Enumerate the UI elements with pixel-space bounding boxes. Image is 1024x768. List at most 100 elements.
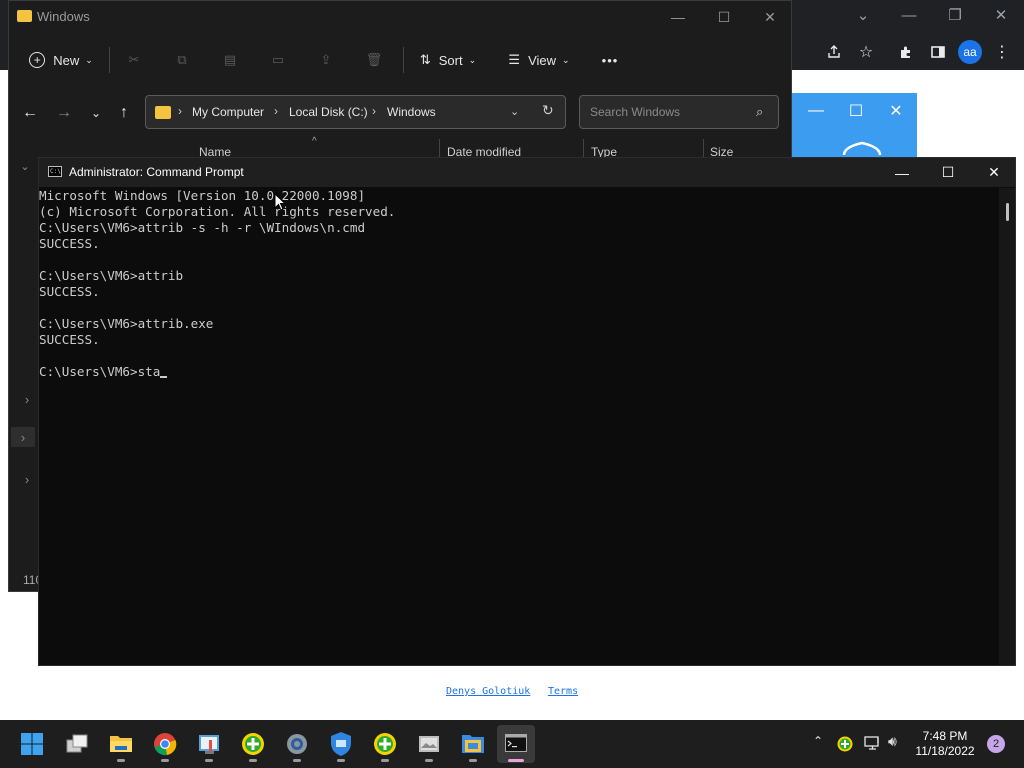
address-bar[interactable]: › My Computer › Local Disk (C:) › Window… xyxy=(145,95,566,129)
taskbar-photos[interactable] xyxy=(410,725,448,763)
copy-icon[interactable]: ⧉ xyxy=(167,37,197,83)
sort-button[interactable]: ⇅ Sort ⌄ xyxy=(413,37,483,83)
taskbar-settings[interactable] xyxy=(278,725,316,763)
photos-icon xyxy=(419,736,439,752)
command-prompt-window: C:\ Administrator: Command Prompt — ☐ ✕ … xyxy=(38,157,1016,666)
tab-search-icon[interactable]: ⌄ xyxy=(840,0,886,30)
author-link[interactable]: Denys Golotiuk xyxy=(446,686,530,697)
share-file-icon[interactable]: ⇪ xyxy=(311,37,341,83)
divider xyxy=(403,47,404,73)
explorer-command-bar: + New ⌄ ✂ ⧉ ▤ ▭ ⇪ 🗑 ⇅ Sort ⌄ ☰ View ⌄ ••… xyxy=(9,37,791,83)
running-indicator xyxy=(293,759,301,762)
explorer-titlebar[interactable]: Windows — ☐ ✕ xyxy=(9,1,791,33)
browser-menu-icon[interactable]: ⋮ xyxy=(986,36,1018,68)
expand-chevron-icon[interactable]: ⌄ xyxy=(17,156,33,176)
taskbar-clock[interactable]: 7:48 PM 11/18/2022 xyxy=(910,729,980,759)
paint-icon xyxy=(199,735,219,754)
folder-app-icon xyxy=(110,736,132,752)
tray-plus-app-icon[interactable] xyxy=(837,736,853,752)
start-button[interactable] xyxy=(13,725,51,763)
taskbar-paint[interactable] xyxy=(190,725,228,763)
column-divider[interactable] xyxy=(703,139,704,159)
taskbar-defender[interactable] xyxy=(322,725,360,763)
more-options-button[interactable]: ••• xyxy=(593,37,627,83)
running-indicator xyxy=(381,759,389,762)
breadcrumb-my-computer[interactable]: My Computer xyxy=(192,105,264,119)
console-output[interactable]: Microsoft Windows [Version 10.0.22000.10… xyxy=(39,188,999,665)
breadcrumb-windows[interactable]: Windows xyxy=(387,105,436,119)
refresh-icon[interactable]: ↻ xyxy=(542,102,554,119)
console-input-line[interactable]: C:\Users\VM6>sta xyxy=(39,364,999,380)
taskbar-app-plus[interactable] xyxy=(234,725,272,763)
taskbar-file-explorer-2[interactable] xyxy=(454,725,492,763)
tree-expand-chevron-icon[interactable]: › xyxy=(19,469,35,489)
notification-badge[interactable]: 2 xyxy=(987,735,1005,753)
extensions-icon[interactable] xyxy=(890,36,922,68)
tree-expand-chevron-icon[interactable]: › xyxy=(19,389,35,409)
console-line: Microsoft Windows [Version 10.0.22000.10… xyxy=(39,188,366,203)
active-indicator xyxy=(508,759,524,762)
defender-shield-icon xyxy=(331,732,351,756)
green-plus-app-icon xyxy=(242,733,264,755)
running-indicator xyxy=(205,759,213,762)
delete-icon[interactable]: 🗑 xyxy=(359,37,389,83)
cmd-close-button[interactable]: ✕ xyxy=(971,158,1017,187)
view-button[interactable]: ☰ View ⌄ xyxy=(501,37,577,83)
minimize-browser-button[interactable]: — xyxy=(886,0,932,30)
explorer-minimize-button[interactable]: — xyxy=(655,1,701,33)
task-view-button[interactable] xyxy=(58,725,96,763)
cmd-maximize-button[interactable]: ☐ xyxy=(925,158,971,187)
bookmark-star-icon[interactable]: ☆ xyxy=(850,36,882,68)
dialog-minimize-button[interactable]: — xyxy=(796,93,836,129)
taskbar-command-prompt[interactable] xyxy=(497,725,535,763)
task-view-icon xyxy=(66,734,88,753)
explorer-close-button[interactable]: ✕ xyxy=(747,1,793,33)
network-icon[interactable] xyxy=(864,736,881,751)
chevron-down-icon: ⌄ xyxy=(85,54,93,65)
console-line: SUCCESS. xyxy=(39,332,100,347)
recent-locations-chevron-icon[interactable]: ⌄ xyxy=(81,99,111,127)
search-box[interactable]: ⌕ xyxy=(579,95,779,129)
clock-time: 7:48 PM xyxy=(922,729,968,743)
cmd-title: Administrator: Command Prompt xyxy=(69,165,244,179)
address-history-chevron-icon[interactable]: ⌄ xyxy=(510,105,519,118)
sort-label: Sort xyxy=(438,52,463,68)
show-hidden-icons-chevron-icon[interactable]: ⌃ xyxy=(813,734,823,748)
new-button[interactable]: + New ⌄ xyxy=(27,37,95,83)
search-icon[interactable]: ⌕ xyxy=(756,104,763,120)
running-indicator xyxy=(425,759,433,762)
dialog-close-button[interactable]: ✕ xyxy=(876,93,916,129)
console-line: C:\Users\VM6>attrib -s -h -r \WIndows\n.… xyxy=(39,220,366,235)
cmd-titlebar[interactable]: C:\ Administrator: Command Prompt — ☐ ✕ xyxy=(39,158,1015,187)
taskbar-file-explorer[interactable] xyxy=(102,725,140,763)
rename-icon[interactable]: ▭ xyxy=(263,37,293,83)
breadcrumb-local-disk[interactable]: Local Disk (C:) xyxy=(289,105,368,119)
cut-icon[interactable]: ✂ xyxy=(119,37,149,83)
taskbar-app-plus-2[interactable] xyxy=(366,725,404,763)
volume-icon[interactable]: 🔊︎ xyxy=(888,733,897,750)
explorer-maximize-button[interactable]: ☐ xyxy=(701,1,747,33)
profile-avatar[interactable]: aa xyxy=(958,40,982,64)
column-divider[interactable] xyxy=(583,139,584,159)
scrollbar-thumb[interactable] xyxy=(1006,203,1009,221)
search-input[interactable] xyxy=(588,104,752,120)
back-arrow-icon[interactable]: ← xyxy=(15,99,45,127)
restore-browser-button[interactable]: ❐ xyxy=(932,0,978,30)
tree-expand-chevron-icon[interactable]: › xyxy=(11,427,35,447)
terms-link[interactable]: Terms xyxy=(548,686,578,697)
plus-circle-icon: + xyxy=(29,52,46,68)
console-prompt-text: C:\Users\VM6>sta xyxy=(39,364,161,379)
cmd-minimize-button[interactable]: — xyxy=(879,158,925,187)
column-divider[interactable] xyxy=(439,139,440,159)
vertical-scrollbar[interactable] xyxy=(999,188,1015,665)
dialog-maximize-button[interactable]: ☐ xyxy=(836,93,876,129)
forward-arrow-icon[interactable]: → xyxy=(49,99,79,127)
side-panel-icon[interactable] xyxy=(922,36,954,68)
close-browser-button[interactable]: ✕ xyxy=(978,0,1024,30)
paste-icon[interactable]: ▤ xyxy=(215,37,245,83)
running-indicator xyxy=(249,759,257,762)
share-icon[interactable] xyxy=(818,36,850,68)
taskbar-chrome[interactable] xyxy=(146,725,184,763)
settings-gear-icon xyxy=(287,734,307,754)
up-arrow-icon[interactable]: ↑ xyxy=(109,99,139,127)
